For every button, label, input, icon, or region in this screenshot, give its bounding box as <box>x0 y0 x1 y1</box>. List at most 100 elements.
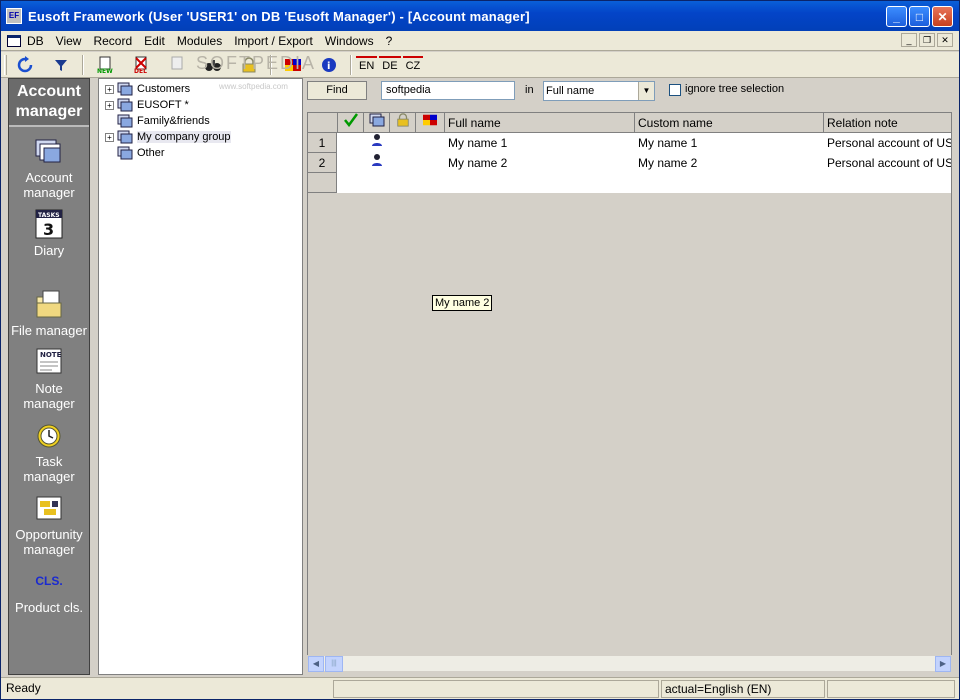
toolbar-grip[interactable] <box>4 54 7 75</box>
menu-edit[interactable]: Edit <box>138 34 171 48</box>
scroll-left-icon[interactable]: ◀ <box>308 656 324 672</box>
expand-icon[interactable]: + <box>105 132 114 142</box>
lang-de-button[interactable]: DE <box>379 55 401 74</box>
mdi-close-button[interactable]: ✕ <box>937 33 953 47</box>
opportunity-icon <box>33 492 65 524</box>
sidebar-item-label: Account manager <box>23 170 75 200</box>
find-button[interactable]: Find <box>307 81 367 100</box>
document-icon[interactable] <box>7 34 21 47</box>
diary-icon: TASKS 3 <box>33 208 65 240</box>
mdi-restore-button[interactable]: ❐ <box>919 33 935 47</box>
window-title: Eusoft Framework (User 'USER1' on DB 'Eu… <box>28 8 530 24</box>
sidebar-header: Account manager <box>9 79 89 127</box>
svg-text:NOTE: NOTE <box>40 351 62 359</box>
svg-text:3: 3 <box>43 220 54 239</box>
close-button[interactable]: ✕ <box>932 6 953 27</box>
menu-db[interactable]: DB <box>21 34 50 48</box>
menu-view[interactable]: View <box>50 34 88 48</box>
column-header-relation-note[interactable]: Relation note <box>824 113 951 133</box>
filter-icon[interactable] <box>49 54 73 76</box>
expand-icon[interactable]: + <box>105 100 114 110</box>
person-icon <box>364 133 390 153</box>
new-record-icon[interactable]: NEW <box>93 54 117 76</box>
account-manager-icon <box>33 135 65 167</box>
tree-item-label: EUSOFT * <box>137 99 189 111</box>
status-text: Ready <box>6 681 41 695</box>
tree-item-my-company-group[interactable]: + My company group <box>105 129 231 145</box>
menu-help[interactable]: ? <box>380 34 399 48</box>
tree-item-label: Other <box>137 147 165 159</box>
lock-column-header[interactable] <box>390 113 416 133</box>
cell-full-name[interactable]: My name 1 <box>445 133 635 153</box>
tree-item-label: My company group <box>137 131 231 143</box>
tree-item-other[interactable]: Other <box>105 145 165 161</box>
lang-en-button[interactable]: EN <box>356 55 378 74</box>
minimize-button[interactable]: _ <box>886 6 907 27</box>
sidebar-item-account-manager[interactable]: Account manager <box>9 135 89 200</box>
copy-record-icon[interactable] <box>165 54 189 76</box>
scroll-right-icon[interactable]: ▶ <box>935 656 951 672</box>
info-icon[interactable]: i <box>317 54 341 76</box>
ignore-tree-label: ignore tree selection <box>685 83 785 95</box>
sidebar-item-diary[interactable]: TASKS 3 Diary <box>9 208 89 258</box>
menu-windows[interactable]: Windows <box>319 34 380 48</box>
checkmark-column-header[interactable] <box>338 113 364 133</box>
sidebar-item-file-manager[interactable]: File manager <box>9 288 89 338</box>
mdi-minimize-button[interactable]: _ <box>901 33 917 47</box>
find-bar: Find softpedia in Full name ▼ ignore tre… <box>307 78 952 106</box>
menu-modules[interactable]: Modules <box>171 34 228 48</box>
ignore-tree-checkbox[interactable] <box>669 84 681 96</box>
group-icon <box>117 98 133 112</box>
tree-item-family-friends[interactable]: Family&friends <box>105 113 210 129</box>
tree-item-label: Family&friends <box>137 115 210 127</box>
in-label: in <box>525 84 534 96</box>
sidebar-item-note-manager[interactable]: NOTE Note manager <box>9 346 89 411</box>
horizontal-scrollbar[interactable]: ◀ ||| ▶ <box>307 655 952 672</box>
row-header[interactable]: 2 <box>308 153 337 173</box>
maximize-button[interactable]: □ <box>909 6 930 27</box>
search-input[interactable]: softpedia <box>381 81 515 100</box>
sidebar-item-opportunity-manager[interactable]: Opportunity manager <box>9 492 89 557</box>
scroll-thumb[interactable]: ||| <box>325 656 343 672</box>
group-icon <box>117 130 133 144</box>
checkmark-icon <box>343 113 358 128</box>
search-field-select[interactable]: Full name ▼ <box>543 81 655 101</box>
column-header-full-name[interactable]: Full name <box>445 113 635 133</box>
tree-watermark: www.softpedia.com <box>219 82 288 91</box>
toolbar-separator <box>350 54 352 75</box>
tree-item-customers[interactable]: + Customers <box>105 81 190 97</box>
color-column-header[interactable] <box>416 113 445 133</box>
expand-icon[interactable]: + <box>105 84 114 94</box>
column-header-custom-name[interactable]: Custom name <box>635 113 824 133</box>
lang-cz-button[interactable]: CZ <box>402 55 424 74</box>
chevron-down-icon[interactable]: ▼ <box>638 82 654 100</box>
menu-import-export[interactable]: Import / Export <box>228 34 319 48</box>
row-header[interactable]: 1 <box>308 133 337 153</box>
tooltip: My name 2 <box>432 295 493 311</box>
title-bar[interactable]: EF Eusoft Framework (User 'USER1' on DB … <box>1 1 959 31</box>
sidebar-item-label: File manager <box>11 323 87 338</box>
type-column-header[interactable] <box>364 113 390 133</box>
cell-full-name[interactable]: My name 2 <box>445 153 635 173</box>
toolbar: NEW DEL i EN DE CZ <box>1 52 959 78</box>
cell-relation-note[interactable]: Personal account of USER1 <box>824 133 951 153</box>
row-header-empty[interactable] <box>308 173 337 193</box>
main-window: EF Eusoft Framework (User 'USER1' on DB … <box>0 0 960 700</box>
sidebar-item-label: Diary <box>33 243 65 258</box>
refresh-icon[interactable] <box>13 54 37 76</box>
group-icon <box>117 114 133 128</box>
svg-text:DEL: DEL <box>134 68 147 74</box>
delete-record-icon[interactable]: DEL <box>129 54 153 76</box>
sidebar-item-task-manager[interactable]: Task manager <box>9 419 89 484</box>
module-sidebar: Account manager Account manager TASKS 3 D… <box>8 78 90 675</box>
cell-custom-name[interactable]: My name 1 <box>635 133 824 153</box>
person-icon <box>364 153 390 173</box>
cell-custom-name[interactable]: My name 2 <box>635 153 824 173</box>
status-bar: Ready actual=English (EN) <box>1 677 959 699</box>
menu-record[interactable]: Record <box>87 34 138 48</box>
sidebar-item-label: Note manager <box>23 381 75 411</box>
sidebar-item-product-cls[interactable]: CLS. Product cls. <box>9 565 89 615</box>
cell-relation-note[interactable]: Personal account of USER1 <box>824 153 951 173</box>
tree-item-eusoft[interactable]: + EUSOFT * <box>105 97 189 113</box>
app-icon: EF <box>6 8 22 24</box>
